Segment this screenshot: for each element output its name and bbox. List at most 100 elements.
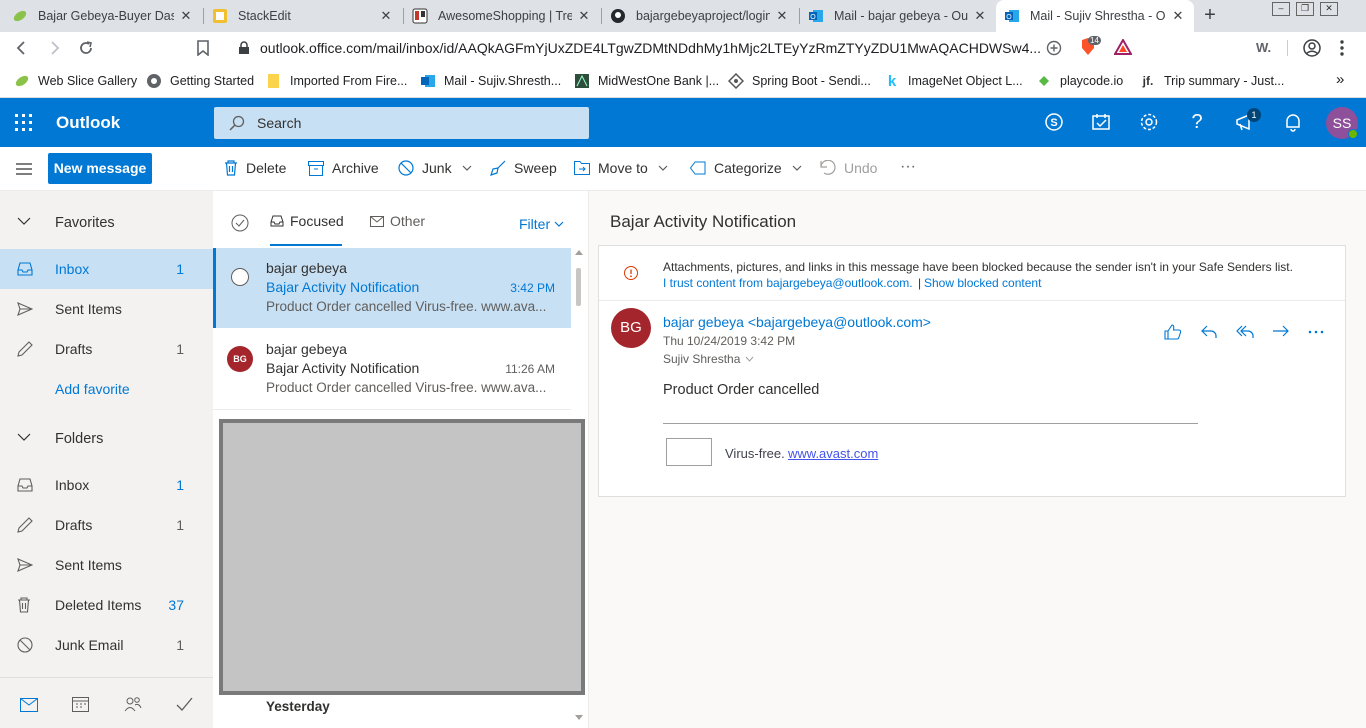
sender-avatar[interactable]: BG	[611, 308, 651, 348]
sweep-label: Sweep	[514, 160, 557, 176]
bookmark-item[interactable]: MidWestOne Bank |...	[574, 73, 719, 89]
blocked-image-placeholder	[666, 438, 712, 466]
reply-all-icon[interactable]	[1236, 324, 1254, 340]
bookmark-item[interactable]: Web Slice Gallery	[14, 73, 137, 89]
show-blocked-content-link[interactable]: Show blocked content	[924, 276, 1041, 290]
bookmark-label: playcode.io	[1060, 74, 1124, 88]
avast-link[interactable]: www.avast.com	[788, 446, 878, 461]
filter-button[interactable]: Filter	[519, 216, 564, 232]
notifications-bell-icon[interactable]	[1282, 111, 1304, 133]
sweep-button[interactable]: Sweep	[490, 160, 557, 176]
bookmark-item[interactable]: jf. Trip summary - Just...	[1140, 73, 1285, 89]
search-box[interactable]: Search	[214, 107, 589, 139]
archive-button[interactable]: Archive	[308, 160, 379, 176]
address-bar[interactable]: outlook.office.com/mail/inbox/id/AAQkAGF…	[226, 35, 1138, 61]
close-tab-icon[interactable]: ✕	[774, 8, 790, 24]
tasks-icon[interactable]	[176, 696, 193, 712]
skype-icon[interactable]: S	[1043, 111, 1065, 133]
back-icon[interactable]	[14, 40, 30, 56]
close-tab-icon[interactable]: ✕	[972, 8, 988, 24]
mail-icon[interactable]	[20, 698, 38, 712]
forward-icon[interactable]	[46, 40, 62, 56]
scrollbar[interactable]	[573, 248, 585, 423]
calendar-icon[interactable]	[72, 696, 89, 712]
browser-tab[interactable]: O Mail - bajar gebeya - Outl ✕	[800, 0, 996, 32]
folders-header[interactable]: Folders	[0, 419, 213, 459]
nav-item-deleted-items[interactable]: Deleted Items 37	[0, 585, 213, 625]
add-favorite-link[interactable]: Add favorite	[0, 369, 213, 409]
bookmark-item[interactable]: k ImageNet Object L...	[884, 73, 1023, 90]
bookmark-item[interactable]: Mail - Sujiv.Shresth...	[420, 73, 561, 89]
bookmark-item[interactable]: playcode.io	[1036, 73, 1123, 89]
browser-menu-icon[interactable]	[1340, 39, 1344, 57]
recipient-line[interactable]: Sujiv Shrestha	[663, 352, 754, 366]
browser-tab-active[interactable]: O Mail - Sujiv Shrestha - Out ✕	[996, 0, 1194, 32]
message-select-radio[interactable]	[231, 268, 249, 286]
profile-icon[interactable]	[1303, 39, 1321, 57]
help-icon[interactable]: ?	[1186, 111, 1208, 133]
categorize-button[interactable]: Categorize	[690, 160, 802, 176]
my-day-icon[interactable]	[1090, 111, 1112, 133]
close-tab-icon[interactable]: ✕	[178, 8, 194, 24]
like-icon[interactable]	[1164, 323, 1182, 341]
browser-tab[interactable]: bajargebeyaproject/login.h ✕	[602, 0, 798, 32]
browser-tab[interactable]: Bajar Gebeya-Buyer Dashb ✕	[4, 0, 202, 32]
move-to-button[interactable]: Move to	[574, 160, 668, 176]
bookmark-item[interactable]: Spring Boot - Sendi...	[728, 73, 871, 89]
undo-button[interactable]: Undo	[820, 160, 877, 176]
new-message-button[interactable]: New message	[48, 153, 152, 184]
message-item[interactable]: BG bajar gebeya Bajar Activity Notificat…	[213, 329, 571, 409]
close-tab-icon[interactable]: ✕	[378, 8, 394, 24]
message-item-selected[interactable]: bajar gebeya Bajar Activity Notification…	[213, 248, 571, 328]
extension-w-icon[interactable]: W.	[1256, 40, 1271, 55]
sender-address[interactable]: bajar gebeya <bajargebeya@outlook.com>	[663, 314, 931, 330]
add-favorite-label: Add favorite	[55, 381, 130, 397]
settings-gear-icon[interactable]	[1138, 111, 1160, 133]
close-tab-icon[interactable]: ✕	[576, 8, 592, 24]
brave-rewards-icon[interactable]	[1114, 39, 1132, 55]
forward-arrow-icon[interactable]	[1272, 324, 1290, 340]
scroll-thumb[interactable]	[576, 268, 581, 306]
scroll-down-arrow-icon[interactable]	[575, 715, 583, 720]
browser-tab[interactable]: StackEdit ✕	[204, 0, 402, 32]
more-actions-button[interactable]: ···	[900, 158, 916, 176]
bookmark-icon[interactable]	[196, 40, 210, 56]
add-icon[interactable]	[1046, 40, 1062, 56]
scroll-up-arrow-icon[interactable]	[575, 250, 583, 255]
trust-sender-link[interactable]: I trust content from bajargebeya@outlook…	[663, 276, 913, 290]
new-tab-button[interactable]: +	[1200, 4, 1220, 26]
bookmark-item[interactable]: Getting Started	[146, 73, 254, 89]
tab-other[interactable]: Other	[370, 213, 425, 229]
nav-item-drafts[interactable]: Drafts 1	[0, 505, 213, 545]
close-window-button[interactable]: ✕	[1320, 2, 1338, 16]
nav-item-sent-items[interactable]: Sent Items	[0, 545, 213, 585]
nav-item-sent-items[interactable]: Sent Items	[0, 289, 213, 329]
bookmark-item[interactable]: Imported From Fire...	[266, 73, 407, 89]
more-options-icon[interactable]	[1308, 330, 1324, 334]
app-launcher-icon[interactable]	[15, 114, 33, 132]
maximize-button[interactable]: ❐	[1296, 2, 1314, 16]
nav-label: Inbox	[55, 261, 90, 277]
more-bookmarks-icon[interactable]: »	[1336, 71, 1344, 88]
item-count: 1	[176, 341, 184, 357]
nav-toggle-hamburger-icon[interactable]	[16, 163, 32, 175]
people-icon[interactable]	[124, 696, 142, 712]
browser-tab[interactable]: AwesomeShopping | Trello ✕	[404, 0, 600, 32]
tab-focused[interactable]: Focused	[270, 213, 344, 229]
nav-item-inbox[interactable]: Inbox 1	[0, 249, 213, 289]
nav-item-junk-email[interactable]: Junk Email 1	[0, 625, 213, 665]
nav-item-inbox[interactable]: Inbox 1	[0, 465, 213, 505]
signature-divider	[663, 423, 1198, 424]
close-tab-icon[interactable]: ✕	[1170, 8, 1186, 24]
url-text: outlook.office.com/mail/inbox/id/AAQkAGF…	[260, 40, 1040, 56]
select-all-checkbox-icon[interactable]	[231, 214, 249, 232]
nav-item-drafts[interactable]: Drafts 1	[0, 329, 213, 369]
reload-icon[interactable]	[78, 40, 94, 56]
delete-button[interactable]: Delete	[224, 160, 286, 176]
app-title[interactable]: Outlook	[56, 113, 120, 133]
junk-button[interactable]: Junk	[398, 160, 472, 176]
reply-icon[interactable]	[1200, 324, 1218, 340]
trash-icon	[224, 160, 238, 176]
favorites-header[interactable]: Favorites	[0, 203, 213, 243]
minimize-button[interactable]: –	[1272, 2, 1290, 16]
